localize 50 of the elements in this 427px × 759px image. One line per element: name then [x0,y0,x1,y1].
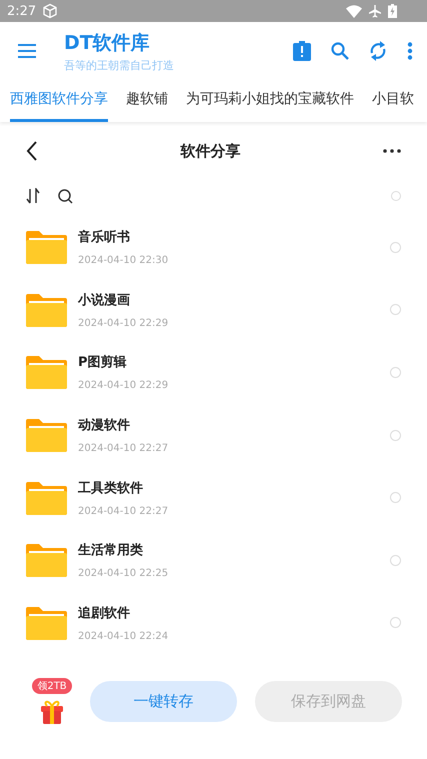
folder-date: 2024-04-10 22:24 [78,630,170,642]
select-all-radio[interactable] [391,191,401,201]
folder-icon [26,418,67,452]
select-radio[interactable] [390,554,401,566]
folder-icon [26,230,67,264]
tab[interactable]: 小目软 [372,80,414,122]
folder-icon [26,292,67,327]
page-title: 软件分享 [180,142,240,160]
select-radio[interactable] [390,366,401,378]
refresh-icon[interactable] [369,41,387,61]
folder-name[interactable]: 音乐听书 [78,228,380,246]
folder-name[interactable]: P图剪辑 [78,353,380,372]
search-icon[interactable] [58,188,73,204]
app-subtitle: 吾等的王朝需自己打造 [64,58,175,72]
folder-date: 2024-04-10 22:29 [78,380,170,392]
folder-date: 2024-04-10 22:27 [78,443,170,454]
tab[interactable]: 趣软铺 [126,80,168,122]
app-title: DT软件库 [64,30,151,56]
folder-icon [26,543,67,578]
folder-date: 2024-04-10 22:27 [78,506,170,517]
cube-icon [42,3,58,19]
folder-date: 2024-04-10 22:30 [78,255,170,266]
folder-name[interactable]: 小说漫画 [78,290,380,309]
clipboard-alert-icon[interactable] [293,41,311,61]
folder-icon [26,480,67,515]
folder-name[interactable]: 动漫软件 [78,416,380,434]
back-icon[interactable] [26,141,38,161]
clock: 2:27 [7,4,36,18]
gift-icon[interactable] [38,698,66,724]
folder-icon [26,606,67,640]
select-radio[interactable] [390,430,401,441]
more-icon[interactable] [383,149,401,153]
select-radio[interactable] [390,617,401,628]
tab[interactable]: 为可玛莉小姐找的宝藏软件 [186,80,354,122]
folder-date: 2024-04-10 22:29 [78,318,170,329]
select-radio[interactable] [390,492,401,504]
select-radio[interactable] [390,242,401,253]
select-radio[interactable] [390,304,401,316]
battery-icon [388,4,397,18]
sort-icon[interactable] [26,188,40,204]
folder-name[interactable]: 追剧软件 [78,604,380,622]
folder-name[interactable]: 生活常用类 [78,541,380,560]
wifi-icon [346,4,362,18]
folder-date: 2024-04-10 22:25 [78,568,170,580]
menu-icon[interactable] [18,44,36,58]
tab[interactable]: 西雅图软件分享 [10,80,108,122]
gift-badge: 领2TB [32,678,72,694]
airplane-icon [368,4,382,18]
folder-icon [26,355,67,390]
folder-name[interactable]: 工具类软件 [78,478,380,497]
